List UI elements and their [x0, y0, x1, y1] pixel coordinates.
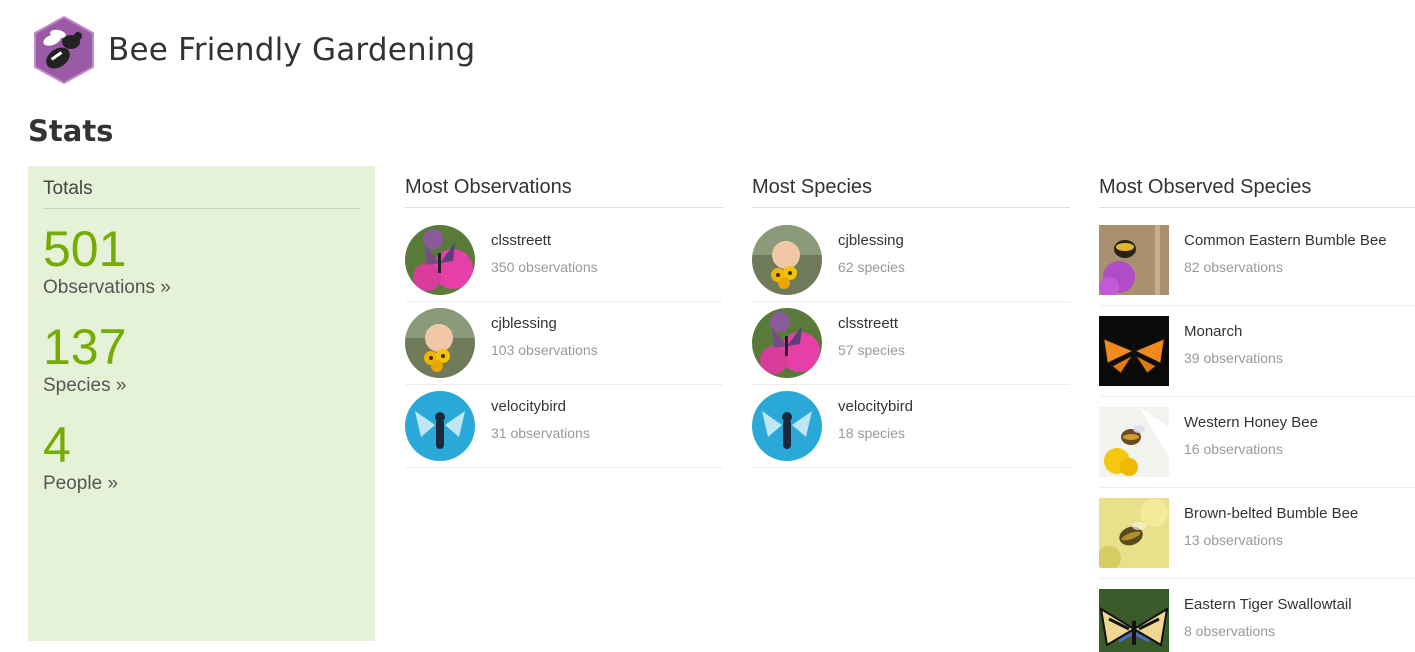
- list-item: clsstreett 57 species: [752, 302, 1070, 385]
- species-name-link[interactable]: Western Honey Bee: [1184, 414, 1318, 431]
- monarch-butterfly-photo-icon[interactable]: [1099, 316, 1169, 386]
- list-item: Brown-belted Bumble Bee 13 observations: [1099, 488, 1415, 579]
- tiger-swallowtail-photo-icon[interactable]: [1099, 589, 1169, 652]
- observations-link[interactable]: Observations »: [43, 277, 171, 299]
- user-name-link[interactable]: clsstreett: [491, 232, 598, 249]
- list-item: velocitybird 18 species: [752, 385, 1070, 468]
- avatar-blue-bird-icon[interactable]: [752, 391, 822, 461]
- list-item: clsstreett 350 observations: [405, 219, 723, 302]
- observation-count: 31 observations: [491, 424, 590, 441]
- species-name-link[interactable]: Common Eastern Bumble Bee: [1184, 232, 1387, 249]
- people-count: 4: [43, 417, 71, 473]
- project-title[interactable]: Bee Friendly Gardening: [108, 32, 475, 68]
- avatar-blue-bird-icon[interactable]: [405, 391, 475, 461]
- observation-count: 13 observations: [1184, 531, 1283, 548]
- most-species-column: Most Species cjblessing 62 species clsst…: [752, 176, 1070, 468]
- avatar-child-flowers-icon[interactable]: [752, 225, 822, 295]
- observation-count: 350 observations: [491, 258, 598, 275]
- user-name-link[interactable]: velocitybird: [491, 398, 590, 415]
- totals-panel: Totals 501 Observations » 137 Species » …: [28, 166, 375, 641]
- most-observed-species-column: Most Observed Species Common Eastern Bum…: [1099, 176, 1415, 652]
- bumble-bee-photo-icon[interactable]: [1099, 225, 1169, 295]
- stats-heading: Stats: [28, 114, 114, 148]
- bee-hexagon-logo[interactable]: [28, 14, 100, 86]
- species-total: 137 Species »: [43, 321, 360, 397]
- project-header: Bee Friendly Gardening: [28, 14, 475, 86]
- observation-count: 39 observations: [1184, 349, 1283, 366]
- avatar-butterfly-flower-icon[interactable]: [405, 225, 475, 295]
- species-name-link[interactable]: Eastern Tiger Swallowtail: [1184, 596, 1352, 613]
- most-observations-title: Most Observations: [405, 176, 723, 208]
- species-count: 57 species: [838, 341, 905, 358]
- avatar-butterfly-flower-icon[interactable]: [752, 308, 822, 378]
- brown-belted-bumble-bee-photo-icon[interactable]: [1099, 498, 1169, 568]
- species-count: 62 species: [838, 258, 905, 275]
- species-link[interactable]: Species »: [43, 375, 126, 397]
- list-item: velocitybird 31 observations: [405, 385, 723, 468]
- list-item: Monarch 39 observations: [1099, 306, 1415, 397]
- most-observations-column: Most Observations clsstreett 350 observa…: [405, 176, 723, 468]
- people-total: 4 People »: [43, 419, 360, 495]
- observation-count: 16 observations: [1184, 440, 1283, 457]
- species-name-link[interactable]: Monarch: [1184, 323, 1283, 340]
- list-item: Western Honey Bee 16 observations: [1099, 397, 1415, 488]
- observations-count: 501: [43, 221, 127, 277]
- observation-count: 82 observations: [1184, 258, 1283, 275]
- observation-count: 8 observations: [1184, 622, 1276, 639]
- list-item: cjblessing 103 observations: [405, 302, 723, 385]
- observations-total: 501 Observations »: [43, 223, 360, 299]
- totals-title: Totals: [43, 178, 360, 209]
- list-item: Eastern Tiger Swallowtail 8 observations: [1099, 579, 1415, 652]
- user-name-link[interactable]: cjblessing: [838, 232, 905, 249]
- species-name-link[interactable]: Brown-belted Bumble Bee: [1184, 505, 1358, 522]
- honey-bee-photo-icon[interactable]: [1099, 407, 1169, 477]
- most-observed-species-title: Most Observed Species: [1099, 176, 1415, 208]
- list-item: cjblessing 62 species: [752, 219, 1070, 302]
- user-name-link[interactable]: velocitybird: [838, 398, 913, 415]
- most-species-title: Most Species: [752, 176, 1070, 208]
- species-count: 137: [43, 319, 127, 375]
- user-name-link[interactable]: cjblessing: [491, 315, 598, 332]
- species-count: 18 species: [838, 424, 905, 441]
- people-link[interactable]: People »: [43, 473, 118, 495]
- list-item: Common Eastern Bumble Bee 82 observation…: [1099, 215, 1415, 306]
- user-name-link[interactable]: clsstreett: [838, 315, 905, 332]
- avatar-child-flowers-icon[interactable]: [405, 308, 475, 378]
- observation-count: 103 observations: [491, 341, 598, 358]
